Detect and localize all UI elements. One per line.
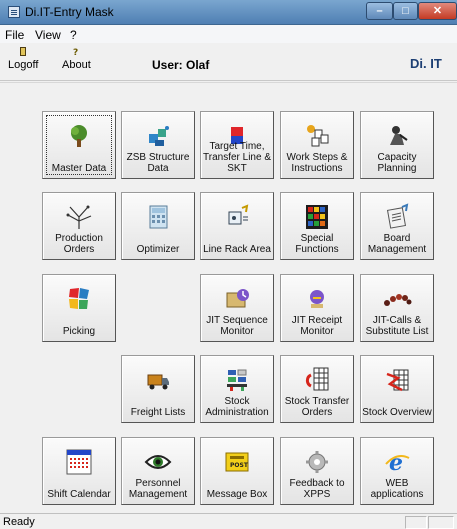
tile-label: Message Box: [206, 489, 268, 500]
door-icon: [20, 47, 27, 56]
stock-overview-icon: [386, 369, 409, 392]
status-text: Ready: [3, 516, 35, 528]
tile-label: WEB applications: [370, 478, 424, 500]
message-box-button[interactable]: POST Message Box: [200, 437, 274, 505]
window-title: Di.IT-Entry Mask: [25, 5, 114, 19]
feedback-to-xpps-button[interactable]: Feedback to XPPS: [280, 437, 354, 505]
tile-label: Personnel Management: [128, 478, 188, 500]
picking-icon: [69, 288, 89, 309]
optimizer-button[interactable]: Optimizer: [121, 192, 195, 260]
tile-label: Picking: [62, 326, 96, 337]
question-icon: ?: [73, 48, 78, 56]
gear-icon: [306, 451, 328, 473]
structure-icon: [149, 126, 169, 146]
jit-calls-icon: [384, 294, 412, 306]
calendar-icon: [66, 449, 92, 475]
tile-label: ZSB Structure Data: [126, 152, 190, 174]
tile-label: JIT-Calls & Substitute List: [365, 315, 429, 337]
stock-admin-icon: [227, 369, 247, 391]
maximize-button[interactable]: □: [393, 2, 418, 20]
tile-label: Stock Overview: [362, 407, 432, 418]
tile-label: Stock Administration: [205, 396, 269, 418]
picking-button[interactable]: Picking: [42, 274, 116, 342]
tile-label: Capacity Planning: [377, 152, 417, 174]
board-management-button[interactable]: Board Management: [360, 192, 434, 260]
stock-transfer-orders-button[interactable]: Stock Transfer Orders: [280, 355, 354, 423]
menu-help[interactable]: ?: [70, 28, 77, 42]
freight-lists-button[interactable]: Freight Lists: [121, 355, 195, 423]
special-functions-button[interactable]: Special Functions: [280, 192, 354, 260]
stock-overview-button[interactable]: Stock Overview: [360, 355, 434, 423]
stock-transfer-icon: [305, 367, 329, 391]
tile-label: Shift Calendar: [47, 489, 111, 500]
tile-label: JIT Sequence Monitor: [206, 315, 268, 337]
tile-label: Work Steps & Instructions: [286, 152, 348, 174]
status-bar: Ready: [0, 513, 457, 529]
logoff-button[interactable]: Logoff: [8, 47, 38, 71]
board-icon: [386, 203, 409, 229]
status-pane: [428, 516, 454, 529]
jit-sequence-monitor-button[interactable]: JIT Sequence Monitor: [200, 274, 274, 342]
company-logo: Di. IT: [410, 56, 442, 71]
minimize-button[interactable]: –: [366, 2, 393, 20]
title-bar: Di.IT-Entry Mask – □ ✕: [0, 0, 457, 25]
close-button[interactable]: ✕: [418, 2, 457, 20]
tile-label: JIT Receipt Monitor: [291, 315, 343, 337]
logoff-label: Logoff: [8, 59, 39, 71]
personnel-management-button[interactable]: Personnel Management: [121, 437, 195, 505]
jit-receipt-icon: [310, 290, 324, 308]
menu-bar: File View ?: [0, 25, 457, 43]
tile-label: Production Orders: [55, 233, 103, 255]
jit-receipt-monitor-button[interactable]: JIT Receipt Monitor: [280, 274, 354, 342]
post-box-icon: POST: [225, 452, 249, 472]
app-icon: [8, 6, 20, 18]
target-time-button[interactable]: Target Time, Transfer Line & SKT: [200, 111, 274, 179]
shift-calendar-button[interactable]: Shift Calendar: [42, 437, 116, 505]
jit-calls-button[interactable]: JIT-Calls & Substitute List: [360, 274, 434, 342]
rubiks-cube-icon: [306, 205, 328, 229]
stock-administration-button[interactable]: Stock Administration: [200, 355, 274, 423]
svg-text:e: e: [389, 450, 403, 476]
status-pane: [405, 516, 427, 529]
tile-label: Freight Lists: [130, 407, 186, 418]
tile-label: Stock Transfer Orders: [284, 396, 350, 418]
master-data-button[interactable]: Master Data: [42, 111, 116, 179]
web-applications-button[interactable]: e WEB applications: [360, 437, 434, 505]
calculator-icon: [149, 205, 168, 229]
tile-label: Master Data: [51, 163, 107, 174]
work-steps-button[interactable]: Work Steps & Instructions: [280, 111, 354, 179]
tile-label: Board Management: [367, 233, 427, 255]
browser-icon: e: [385, 450, 410, 476]
rack-icon: [228, 204, 249, 225]
line-rack-area-button[interactable]: Line Rack Area: [200, 192, 274, 260]
about-button[interactable]: ? About: [62, 47, 91, 71]
toolbar-divider: [0, 82, 457, 83]
tile-label: Feedback to XPPS: [289, 478, 345, 500]
about-label: About: [62, 59, 91, 71]
tile-label: Target Time, Transfer Line & SKT: [203, 141, 271, 174]
production-tree-icon: [66, 205, 92, 229]
tree-icon: [71, 125, 87, 147]
tile-label: Optimizer: [136, 244, 180, 255]
capacity-planning-button[interactable]: Capacity Planning: [360, 111, 434, 179]
capacity-icon: [390, 126, 408, 145]
tile-label: Special Functions: [295, 233, 339, 255]
tile-label: Line Rack Area: [203, 244, 271, 255]
menu-file[interactable]: File: [5, 28, 24, 42]
svg-text:POST: POST: [230, 462, 249, 469]
toolbar: Logoff ? About User: Olaf Di. IT: [0, 44, 457, 81]
zsb-structure-data-button[interactable]: ZSB Structure Data: [121, 111, 195, 179]
svg-text:?: ?: [73, 48, 78, 56]
jit-sequence-icon: [226, 289, 249, 308]
work-steps-icon: [307, 125, 329, 147]
truck-icon: [147, 374, 169, 390]
current-user: User: Olaf: [152, 58, 210, 72]
production-orders-button[interactable]: Production Orders: [42, 192, 116, 260]
eye-icon: [144, 455, 172, 469]
menu-view[interactable]: View: [35, 28, 61, 42]
